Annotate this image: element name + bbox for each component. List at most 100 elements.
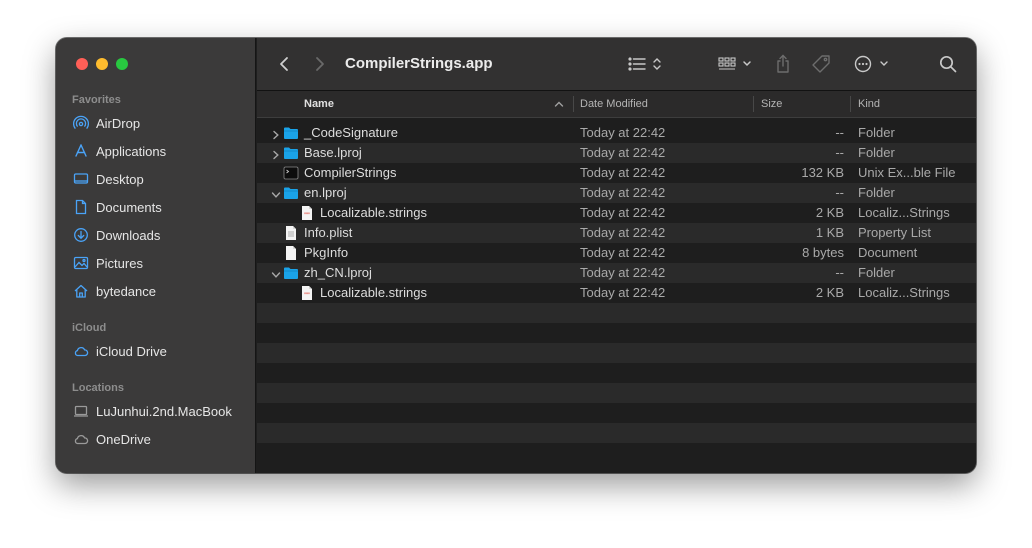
empty-row	[257, 363, 976, 383]
minimize-button[interactable]	[96, 58, 108, 70]
file-size: 8 bytes	[802, 245, 844, 260]
file-name: PkgInfo	[304, 245, 349, 260]
file-name: Localizable.strings	[320, 285, 427, 300]
file-size: --	[835, 125, 844, 140]
empty-row	[257, 343, 976, 363]
column-date-modified[interactable]: Date Modified	[580, 91, 648, 117]
file-row[interactable]: _CodeSignature Today at 22:42 -- Folder	[257, 123, 976, 143]
sidebar-item-onedrive[interactable]: OneDrive	[72, 428, 248, 450]
laptop-icon	[72, 402, 90, 420]
file-kind: Folder	[858, 145, 895, 160]
disclosure-collapsed-icon[interactable]	[271, 148, 281, 160]
file-size: 2 KB	[815, 205, 844, 220]
sidebar-section-locations: Locations	[72, 382, 124, 394]
file-date-modified: Today at 22:42	[580, 285, 666, 300]
file-date-modified: Today at 22:42	[580, 245, 666, 260]
file-name: Localizable.strings	[320, 205, 427, 220]
sidebar-section-icloud: iCloud	[72, 322, 107, 334]
window-controls	[76, 58, 128, 70]
svg-text:"": ""	[304, 293, 310, 299]
download-icon	[72, 226, 90, 244]
ellipsis-circle-icon[interactable]	[853, 52, 889, 76]
file-row[interactable]: PkgInfo Today at 22:42 8 bytes Document	[257, 243, 976, 263]
file-row[interactable]: en.lproj Today at 22:42 -- Folder	[257, 183, 976, 203]
strings-file-icon: ""	[299, 285, 315, 301]
file-date-modified: Today at 22:42	[580, 225, 666, 240]
file-row[interactable]: "" Localizable.strings Today at 22:42 2 KB L…	[257, 283, 976, 303]
file-row[interactable]: zh_CN.lproj Today at 22:42 -- Folder	[257, 263, 976, 283]
sidebar-item-label: bytedance	[96, 283, 156, 299]
file-size: --	[835, 265, 844, 280]
list-view-icon[interactable]	[627, 52, 665, 76]
file-date-modified: Today at 22:42	[580, 145, 666, 160]
file-kind: Document	[858, 245, 918, 260]
file-kind: Unix Ex...ble File	[858, 165, 956, 180]
executable-icon	[283, 165, 299, 181]
folder-icon	[283, 145, 299, 161]
airdrop-icon	[72, 114, 90, 132]
chevron-left-icon[interactable]	[275, 52, 293, 76]
empty-row	[257, 303, 976, 323]
file-date-modified: Today at 22:42	[580, 265, 666, 280]
column-separator[interactable]	[850, 96, 851, 112]
cloud-icon	[72, 342, 90, 360]
file-kind: Folder	[858, 125, 895, 140]
svg-text:"": ""	[304, 213, 310, 219]
window-title: CompilerStrings.app	[345, 55, 493, 72]
sidebar-item-bytedance[interactable]: bytedance	[72, 280, 248, 302]
sidebar-item-label: Pictures	[96, 255, 143, 271]
file-name: CompilerStrings	[304, 165, 397, 180]
sidebar-item-downloads[interactable]: Downloads	[72, 224, 248, 246]
tag-icon[interactable]	[810, 52, 832, 76]
empty-row	[257, 383, 976, 403]
sidebar-item-documents[interactable]: Documents	[72, 196, 248, 218]
disclosure-expanded-icon[interactable]	[271, 268, 281, 278]
chevron-right-icon[interactable]	[311, 52, 329, 76]
sidebar-item-airdrop[interactable]: AirDrop	[72, 112, 248, 134]
sidebar-item-pictures[interactable]: Pictures	[72, 252, 248, 274]
column-header: Name Date Modified Size Kind	[257, 91, 976, 118]
disclosure-expanded-icon[interactable]	[271, 188, 281, 198]
file-date-modified: Today at 22:42	[580, 185, 666, 200]
column-name[interactable]: Name	[304, 91, 334, 117]
file-size: 1 KB	[815, 225, 844, 240]
column-size[interactable]: Size	[761, 91, 782, 117]
disclosure-collapsed-icon[interactable]	[271, 128, 281, 140]
sidebar-item-desktop[interactable]: Desktop	[72, 168, 248, 190]
file-date-modified: Today at 22:42	[580, 205, 666, 220]
file-size: 2 KB	[815, 285, 844, 300]
file-row[interactable]: CompilerStrings Today at 22:42 132 KB Unix …	[257, 163, 976, 183]
finder-window: Favorites AirDrop Applications Desktop D…	[56, 38, 976, 473]
sidebar-item-label: AirDrop	[96, 115, 141, 131]
search-icon[interactable]	[937, 52, 959, 76]
folder-icon	[283, 125, 299, 141]
toolbar: CompilerStrings.app	[257, 38, 976, 91]
close-button[interactable]	[76, 58, 88, 70]
sidebar-item-label: Documents	[96, 199, 162, 215]
file-row[interactable]: Info.plist Today at 22:42 1 KB Property Lis…	[257, 223, 976, 243]
file-size: --	[835, 145, 844, 160]
sidebar-item-label: iCloud Drive	[96, 343, 167, 359]
sidebar-item-macbook[interactable]: LuJunhui.2nd.MacBook	[72, 400, 248, 422]
sidebar-item-icloud-drive[interactable]: iCloud Drive	[72, 340, 248, 362]
file-row[interactable]: "" Localizable.strings Today at 22:42 2 KB L…	[257, 203, 976, 223]
document-icon	[283, 245, 299, 261]
group-grid-icon[interactable]	[717, 52, 755, 76]
column-kind[interactable]: Kind	[858, 91, 880, 117]
file-name: en.lproj	[304, 185, 347, 200]
pictures-icon	[72, 254, 90, 272]
main-area: CompilerStrings.app Name Date Modified S…	[257, 38, 976, 473]
sort-chevron-icon[interactable]	[554, 91, 564, 117]
file-name: Base.lproj	[304, 145, 362, 160]
document-icon	[72, 198, 90, 216]
share-icon[interactable]	[773, 52, 793, 76]
sidebar-item-label: Desktop	[96, 171, 144, 187]
file-size: 132 KB	[801, 165, 844, 180]
sidebar-item-applications[interactable]: Applications	[72, 140, 248, 162]
zoom-button[interactable]	[116, 58, 128, 70]
file-kind: Folder	[858, 185, 895, 200]
column-separator[interactable]	[753, 96, 754, 112]
column-separator[interactable]	[573, 96, 574, 112]
file-size: --	[835, 185, 844, 200]
file-row[interactable]: Base.lproj Today at 22:42 -- Folder	[257, 143, 976, 163]
